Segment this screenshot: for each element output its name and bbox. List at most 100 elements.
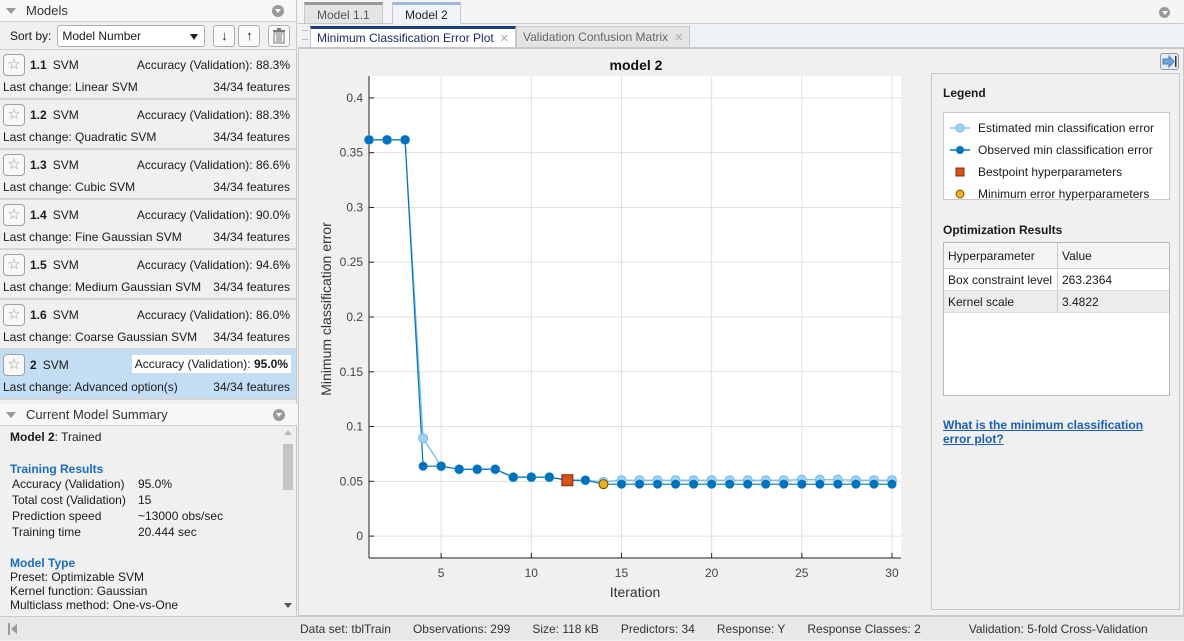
observed-point [508,472,518,482]
header-value: Value [1062,249,1092,263]
result-row: Training time 20.444 sec [10,524,287,540]
scroll-down-icon[interactable] [284,603,292,608]
sort-descending-button[interactable]: ↓ [213,24,236,47]
document-tabs: Model 1.1 Model 2 [298,0,1184,24]
observed-point [671,479,681,489]
sort-by-dropdown[interactable]: Model Number [57,24,206,47]
model-accuracy: Accuracy (Validation): 86.0% [136,308,290,322]
model-item-1-1[interactable]: ☆ 1.1 SVM Accuracy (Validation): 88.3% La… [0,50,296,100]
model-features: 34/34 features [213,180,290,194]
model-last-change: Last change: Quadratic SVM [3,130,157,144]
y-tick-label: 0.3 [346,200,363,214]
observed-point [526,472,536,482]
observed-point [364,135,374,145]
model-item-1-5[interactable]: ☆ 1.5 SVM Accuracy (Validation): 94.6% La… [0,250,296,300]
observed-point [815,479,825,489]
models-panel-header[interactable]: Models [0,0,296,22]
model-last-change: Last change: Medium Gaussian SVM [3,280,202,294]
current-model-summary: Current Model Summary Model 2: Trained T… [0,404,297,612]
legend-item-bestpoint: Bestpoint hyperparameters [944,161,1169,183]
sort-ascending-button[interactable]: ↑ [238,24,261,47]
star-icon[interactable]: ☆ [3,154,25,176]
panel-menu-icon[interactable] [1159,7,1170,18]
model-item-1-2[interactable]: ☆ 1.2 SVM Accuracy (Validation): 88.3% La… [0,100,296,150]
help-link[interactable]: What is the minimum classification error… [943,418,1153,446]
delete-model-button[interactable] [268,24,291,47]
tab-label: Validation Confusion Matrix [523,30,669,44]
tab-model-1-1[interactable]: Model 1.1 [304,2,383,24]
star-icon[interactable]: ☆ [3,354,25,376]
model-features: 34/34 features [213,230,290,244]
model-name: 1.3 SVM [30,158,79,172]
models-panel: Models Sort by: Model Number ↓ ↑ ☆ 1.1 SV… [0,0,297,616]
accuracy-label: Accuracy (Validation): [134,357,251,371]
model-features: 34/34 features [213,80,290,94]
observed-point [761,479,771,489]
close-icon[interactable]: ✕ [674,32,683,44]
observed-point [887,479,897,489]
y-axis-label: Minimum classification error [318,222,334,396]
x-tick-label: 25 [795,566,809,580]
dock-panel-button[interactable] [1160,53,1179,70]
star-icon[interactable]: ☆ [3,204,25,226]
arrow-up-icon: ↑ [246,28,253,43]
result-value: 15 [138,493,152,507]
observed-point [580,475,590,485]
model-last-change: Last change: Advanced option(s) [3,380,178,394]
model-accuracy: Accuracy (Validation): 88.3% [136,108,290,122]
observed-point [851,479,861,489]
summary-header[interactable]: Current Model Summary [0,404,297,426]
scroll-up-icon[interactable] [284,430,292,435]
summary-model-name: Model 2 [10,430,55,444]
model-last-change: Last change: Fine Gaussian SVM [3,230,182,244]
model-name: 1.1 SVM [30,58,79,72]
observed-point [689,479,699,489]
model-accuracy: Accuracy (Validation): 86.6% [136,158,290,172]
star-icon[interactable]: ☆ [3,54,25,76]
model-item-1-4[interactable]: ☆ 1.4 SVM Accuracy (Validation): 90.0% La… [0,200,296,250]
model-status: Model 2: Trained [10,430,287,444]
cell-hyperparameter: Kernel scale [944,291,1058,312]
legend-item-estimated: Estimated min classification error [944,117,1169,139]
observed-marker-icon [950,146,970,154]
table-row: Box constraint level 263.2364 [944,269,1169,291]
sort-by-label: Sort by: [10,28,52,43]
optimization-results-table: Hyperparameter Value Box constraint leve… [943,242,1170,396]
drag-grip-icon[interactable] [302,30,308,40]
legend: Estimated min classification error Obser… [943,112,1170,201]
model-item-2[interactable]: ☆ 2 SVM Accuracy (Validation): 95.0% Last… [0,350,296,400]
status-observations: Observations: 299 [412,622,511,636]
star-icon[interactable]: ☆ [3,254,25,276]
observed-point [797,479,807,489]
chart-title: model 2 [610,57,663,73]
model-id: 1.2 [30,108,47,122]
observed-point [743,479,753,489]
observed-point [707,479,717,489]
star-icon[interactable]: ☆ [3,304,25,326]
tab-validation-confusion-matrix[interactable]: Validation Confusion Matrix ✕ [516,26,691,48]
header-hyperparameter: Hyperparameter [944,243,1058,268]
model-type: SVM [52,258,79,272]
go-first-icon[interactable] [8,623,18,635]
model-type: SVM [52,158,79,172]
star-icon[interactable]: ☆ [3,104,25,126]
tab-min-classification-error-plot[interactable]: Minimum Classification Error Plot ✕ [310,26,516,48]
panel-menu-icon[interactable] [273,409,285,421]
scrollbar-thumb[interactable] [283,444,293,490]
summary-scrollbar[interactable] [283,430,293,608]
close-icon[interactable]: ✕ [500,33,509,45]
status-dataset: Data set: tblTrain [300,622,391,636]
model-item-1-3[interactable]: ☆ 1.3 SVM Accuracy (Validation): 86.6% La… [0,150,296,200]
collapse-triangle-icon[interactable] [6,7,16,14]
cell-value: 263.2364 [1062,273,1113,287]
model-item-1-6[interactable]: ☆ 1.6 SVM Accuracy (Validation): 86.0% La… [0,300,296,350]
table-row: Kernel scale 3.4822 [944,291,1169,313]
result-key: Total cost (Validation) [12,493,126,507]
model-type: SVM [52,208,79,222]
status-response: Response: Y [716,622,786,636]
legend-title: Legend [943,86,986,100]
collapse-triangle-icon[interactable] [6,411,16,418]
optimization-results-title: Optimization Results [943,223,1063,237]
tab-model-2[interactable]: Model 2 [392,2,461,24]
panel-menu-icon[interactable] [272,5,284,17]
